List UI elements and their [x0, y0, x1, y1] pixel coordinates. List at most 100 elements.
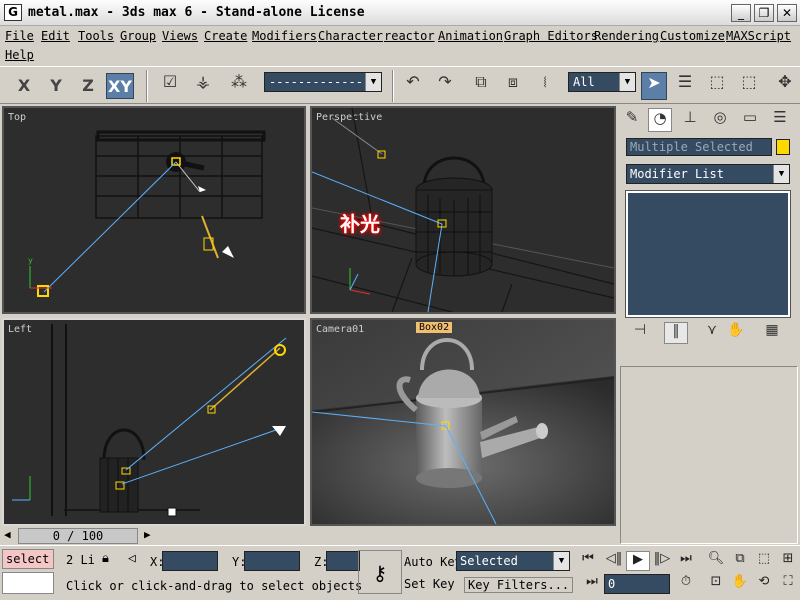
zoom-all-icon[interactable]: ⧉: [728, 551, 752, 571]
modifier-stack-list[interactable]: [625, 190, 791, 318]
menu-character[interactable]: Character: [318, 29, 383, 43]
current-frame-field[interactable]: 0: [604, 574, 670, 594]
show-end-result-icon[interactable]: ‖: [664, 322, 688, 344]
lock-icon[interactable]: 🔒︎: [102, 551, 109, 566]
make-unique-icon[interactable]: ⋎: [700, 322, 724, 344]
viewport-left[interactable]: Left: [2, 318, 306, 526]
undo-icon[interactable]: ↶: [400, 72, 426, 100]
key-mode-toggle-icon[interactable]: ⏭: [580, 574, 604, 594]
bind-space-warp-icon[interactable]: ⧙: [532, 72, 558, 100]
chevron-down-icon: ▼: [619, 73, 635, 91]
window-crossing-icon[interactable]: ⬚: [736, 72, 762, 100]
pin-stack-icon[interactable]: ⊣: [628, 322, 652, 344]
create-tab-icon[interactable]: ✎: [620, 108, 644, 132]
display-tab-icon[interactable]: ▭: [738, 108, 762, 132]
minimize-button[interactable]: _: [731, 4, 751, 22]
named-selection-dropdown[interactable]: ------------- ▼: [264, 72, 382, 92]
z-coordinate-field[interactable]: [326, 551, 360, 571]
hierarchy-icon[interactable]: ⚶: [190, 72, 216, 100]
time-slider[interactable]: ◀ 0 / 100 ▶: [0, 527, 306, 545]
maximize-viewport-icon[interactable]: ⛶: [776, 574, 800, 594]
previous-frame-icon[interactable]: ◁‖: [602, 551, 626, 571]
menu-create[interactable]: Create: [204, 29, 247, 43]
viewport-perspective[interactable]: Perspective 补光: [310, 106, 616, 314]
close-button[interactable]: ✕: [777, 4, 797, 22]
configure-sets-icon[interactable]: ▦: [760, 322, 784, 344]
key-mode-dropdown[interactable]: Selected ▼: [456, 551, 570, 571]
go-to-start-icon[interactable]: ⏮: [576, 551, 600, 571]
zoom-icon[interactable]: 🔍︎: [704, 551, 728, 571]
chevron-right-icon[interactable]: ▶: [144, 528, 151, 541]
select-link-icon[interactable]: ⧉: [468, 72, 494, 100]
zoom-extents-icon[interactable]: ⬚: [752, 551, 776, 571]
selection-filter-icon[interactable]: ⁂: [226, 72, 252, 100]
pan-icon[interactable]: ✋: [728, 574, 752, 594]
app-icon: G: [4, 4, 22, 21]
key-mode-value: Selected: [460, 554, 518, 568]
menu-file[interactable]: File: [5, 29, 34, 43]
unlink-icon[interactable]: ⧈: [500, 72, 526, 100]
checkbox-icon[interactable]: ☑: [157, 72, 183, 100]
named-selection-value: -------------: [269, 75, 363, 89]
maxscript-input[interactable]: [2, 572, 54, 594]
maxscript-listener-mini[interactable]: select: [2, 549, 54, 569]
key-filters-button[interactable]: Key Filters...: [464, 577, 574, 593]
region-zoom-icon[interactable]: ⊡: [704, 574, 728, 594]
viewport-camera[interactable]: Camera01 Box02: [310, 318, 616, 526]
play-icon[interactable]: ▶: [626, 551, 650, 571]
menu-views[interactable]: Views: [162, 29, 198, 43]
modifier-list-dropdown[interactable]: Modifier List ▼: [626, 164, 790, 184]
svg-text:y: y: [28, 256, 33, 265]
select-by-name-icon[interactable]: ☰: [672, 72, 698, 100]
rectangular-region-icon[interactable]: ⬚: [704, 72, 730, 100]
menu-customize[interactable]: Customize: [660, 29, 725, 43]
menu-graph-editors[interactable]: Graph Editors: [504, 29, 598, 43]
menu-bar: File Edit Tools Group Views Create Modif…: [0, 26, 800, 66]
axis-xy-button[interactable]: XY: [106, 73, 134, 99]
menu-help[interactable]: Help: [5, 48, 34, 62]
annotation-label: 补光: [340, 212, 380, 236]
utilities-tab-icon[interactable]: ☰: [768, 108, 792, 132]
selection-filter-dropdown[interactable]: All ▼: [568, 72, 636, 92]
restore-button[interactable]: ❐: [754, 4, 774, 22]
axis-y-button[interactable]: Y: [42, 73, 70, 99]
select-object-icon[interactable]: ➤: [641, 72, 667, 100]
menu-modifiers[interactable]: Modifiers: [252, 29, 317, 43]
remove-modifier-icon[interactable]: ✋: [724, 322, 748, 344]
menu-rendering[interactable]: Rendering: [594, 29, 659, 43]
arc-rotate-icon[interactable]: ⟲: [752, 574, 776, 594]
menu-group[interactable]: Group: [120, 29, 156, 43]
go-to-end-icon[interactable]: ⏭: [674, 551, 698, 571]
auto-key-button[interactable]: Auto Key: [404, 555, 462, 569]
move-icon[interactable]: ✥: [772, 72, 798, 100]
toolbar-separator: [146, 70, 148, 102]
key-icon[interactable]: ⚷: [358, 550, 402, 594]
selection-filter-value: All: [573, 75, 595, 89]
time-slider-thumb[interactable]: 0 / 100: [18, 528, 138, 544]
x-coordinate-field[interactable]: [162, 551, 218, 571]
hierarchy-tab-icon[interactable]: ⊥: [678, 108, 702, 132]
menu-maxscript[interactable]: MAXScript: [726, 29, 791, 43]
time-configuration-icon[interactable]: ⏱: [674, 574, 698, 594]
axis-x-button[interactable]: X: [10, 73, 38, 99]
y-coordinate-field[interactable]: [244, 551, 300, 571]
redo-icon[interactable]: ↷: [432, 72, 458, 100]
absolute-mode-icon[interactable]: ◁: [128, 551, 136, 566]
chevron-down-icon: ▼: [553, 552, 569, 570]
chevron-left-icon[interactable]: ◀: [4, 528, 11, 541]
viewport-top[interactable]: Top y: [2, 106, 306, 314]
modify-tab-icon[interactable]: ◔: [648, 108, 672, 132]
menu-edit[interactable]: Edit: [41, 29, 70, 43]
selection-name-field[interactable]: Multiple Selected: [626, 138, 772, 156]
object-color-swatch[interactable]: [776, 139, 790, 155]
motion-tab-icon[interactable]: ◎: [708, 108, 732, 132]
set-key-button[interactable]: Set Key: [404, 577, 455, 591]
modifier-list-label: Modifier List: [630, 167, 724, 181]
next-frame-icon[interactable]: ‖▷: [650, 551, 674, 571]
menu-animation[interactable]: Animation: [438, 29, 503, 43]
menu-reactor[interactable]: reactor: [384, 29, 435, 43]
toolbar-separator: [392, 70, 394, 102]
menu-tools[interactable]: Tools: [78, 29, 114, 43]
zoom-extents-all-icon[interactable]: ⊞: [776, 551, 800, 571]
axis-z-button[interactable]: Z: [74, 73, 102, 99]
